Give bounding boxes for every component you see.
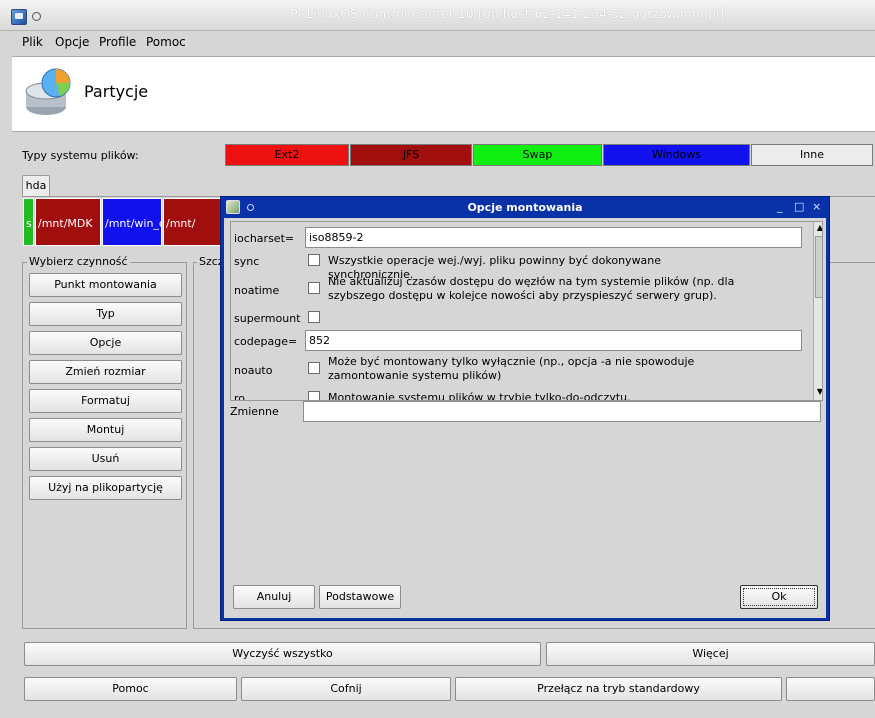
codepage-input[interactable]: 852 — [305, 330, 802, 351]
page-title: Partycje — [84, 82, 149, 101]
noauto-label: noauto — [234, 364, 273, 377]
options-button[interactable]: Opcje — [29, 331, 182, 355]
fs-type-ext2[interactable]: Ext2 — [225, 144, 349, 166]
hard-disk-icon — [25, 68, 71, 115]
dialog-title: Opcje montowania — [467, 201, 583, 214]
partition-block[interactable]: s — [23, 198, 34, 246]
ro-description: Montowanie systemu plików w trybie tylko… — [328, 391, 631, 401]
cancel-button[interactable]: Anuluj — [233, 585, 315, 609]
window-titlebar[interactable]: PCLinuxOS Control Center 10 [on host-62-… — [0, 0, 875, 31]
header-panel: Partycje — [12, 56, 875, 132]
partition-block[interactable]: /mnt/MDK — [35, 198, 101, 246]
menu-pomoc[interactable]: Pomoc — [146, 35, 186, 49]
control-center-icon[interactable] — [11, 9, 27, 25]
help-button[interactable]: Pomoc — [24, 677, 237, 701]
ro-label: ro — [234, 392, 246, 401]
sync-checkbox[interactable] — [308, 254, 320, 266]
resize-button[interactable]: Zmień rozmiar — [29, 360, 182, 384]
ro-checkbox[interactable] — [308, 391, 320, 400]
pin-icon[interactable] — [32, 12, 41, 21]
supermount-label: supermount — [234, 312, 301, 325]
fs-type-swap[interactable]: Swap — [473, 144, 602, 166]
scroll-up-arrow-icon[interactable]: ▲ — [814, 222, 822, 234]
variables-input[interactable] — [303, 401, 821, 422]
scroll-down-arrow-icon[interactable]: ▼ — [814, 386, 822, 398]
fs-type-windows[interactable]: Windows — [603, 144, 750, 166]
menubar: Plik Opcje Profile Pomoc — [12, 31, 875, 53]
minimize-icon[interactable]: _ — [777, 200, 783, 213]
tab-hda[interactable]: hda — [22, 175, 50, 197]
menu-profile[interactable]: Profile — [99, 35, 136, 49]
codepage-label: codepage= — [234, 335, 298, 348]
delete-button[interactable]: Usuń — [29, 447, 182, 471]
menu-plik[interactable]: Plik — [22, 35, 43, 49]
mount-point-button[interactable]: Punkt montowania — [29, 273, 182, 297]
fs-type-jfs[interactable]: JFS — [350, 144, 472, 166]
mount-options-dialog: Opcje montowania _ □ × iocharset= iso885… — [220, 196, 830, 621]
extra-button[interactable] — [786, 677, 875, 701]
actions-group-title: Wybierz czynność — [27, 255, 130, 268]
maximize-icon[interactable]: □ — [794, 200, 804, 213]
more-button[interactable]: Więcej — [546, 642, 875, 666]
iocharset-input[interactable]: iso8859-2 — [305, 227, 802, 248]
close-icon[interactable]: × — [812, 200, 821, 213]
dialog-titlebar[interactable]: Opcje montowania _ □ × — [221, 197, 829, 218]
options-scroll-area[interactable]: iocharset= iso8859-2 sync Wszystkie oper… — [230, 221, 823, 401]
noatime-label: noatime — [234, 284, 280, 297]
basic-button[interactable]: Podstawowe — [319, 585, 401, 609]
scroll-thumb[interactable] — [815, 236, 822, 298]
use-loopback-button[interactable]: Użyj na plikopartycję — [29, 476, 182, 500]
clear-all-button[interactable]: Wyczyść wszystko — [24, 642, 541, 666]
iocharset-label: iocharset= — [234, 232, 295, 245]
variables-label: Zmienne — [230, 405, 279, 418]
window-title: PCLinuxOS Control Center 10 [on host-62-… — [290, 7, 725, 21]
format-button[interactable]: Formatuj — [29, 389, 182, 413]
type-button[interactable]: Typ — [29, 302, 182, 326]
noauto-checkbox[interactable] — [308, 362, 320, 374]
options-scrollbar[interactable]: ▲ ▼ — [813, 222, 822, 400]
fs-types-label: Typy systemu plików: — [22, 149, 139, 162]
undo-button[interactable]: Cofnij — [241, 677, 451, 701]
fs-type-other[interactable]: Inne — [751, 144, 873, 166]
noatime-description: Nie aktualizuj czasów dostępu do węzłów … — [328, 275, 735, 302]
partition-block[interactable]: /mnt/ — [163, 198, 223, 246]
menu-opcje[interactable]: Opcje — [55, 35, 89, 49]
standard-mode-button[interactable]: Przełącz na tryb standardowy — [455, 677, 782, 701]
ok-button[interactable]: Ok — [740, 585, 818, 609]
partition-block[interactable]: /mnt/win_c — [102, 198, 162, 246]
dialog-body: iocharset= iso8859-2 sync Wszystkie oper… — [224, 218, 826, 618]
supermount-checkbox[interactable] — [308, 311, 320, 323]
sync-label: sync — [234, 255, 260, 268]
mount-button[interactable]: Montuj — [29, 418, 182, 442]
noauto-description: Może być montowany tylko wyłącznie (np.,… — [328, 355, 695, 382]
noatime-checkbox[interactable] — [308, 282, 320, 294]
